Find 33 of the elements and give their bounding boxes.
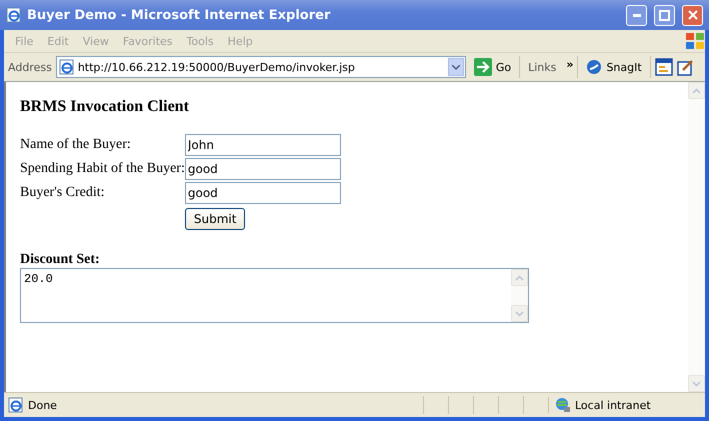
submit-button[interactable]: Submit [184,208,246,230]
address-label: Address [8,60,52,74]
result-label: Discount Set: [20,252,101,268]
maximize-icon [659,10,670,20]
links-button[interactable]: Links » [524,56,578,78]
text-input[interactable]: good [184,182,341,204]
window-icon[interactable] [654,58,673,76]
minimize-icon [632,14,640,16]
flag-logo-icon [685,32,705,50]
arrow-icon [474,58,492,76]
field-label: Buyer's Credit: [20,184,106,202]
globe-page-icon [8,397,24,413]
edit-icon[interactable] [676,58,695,76]
network-globe-icon [555,397,571,413]
close-button[interactable] [682,4,703,26]
go-button[interactable]: Go [470,56,520,78]
address-field[interactable]: http://10.66.212.19:50000/BuyerDemo/invoker.jsp [56,56,466,78]
zone-text: Local intranet [575,398,651,412]
field-label: Name of the Buyer: [20,136,132,154]
field-label: Spending Habit of the Buyer: [20,160,185,178]
dropdown-button[interactable] [448,58,464,76]
maximize-button[interactable] [654,4,675,26]
page-heading: BRMS Invocation Client [20,98,190,116]
globe-page-icon [58,59,75,75]
window-title: Buyer Demo - Microsoft Internet Explorer [27,8,332,22]
text-input[interactable]: good [184,158,341,180]
status-text: Done [28,398,57,412]
globe-page-icon [6,7,22,23]
caret-icon [452,64,460,70]
snagit-button[interactable]: SnagIt [582,56,651,78]
minimize-button[interactable] [626,4,647,26]
swirl-logo-icon [586,59,602,75]
close-icon [688,10,698,20]
